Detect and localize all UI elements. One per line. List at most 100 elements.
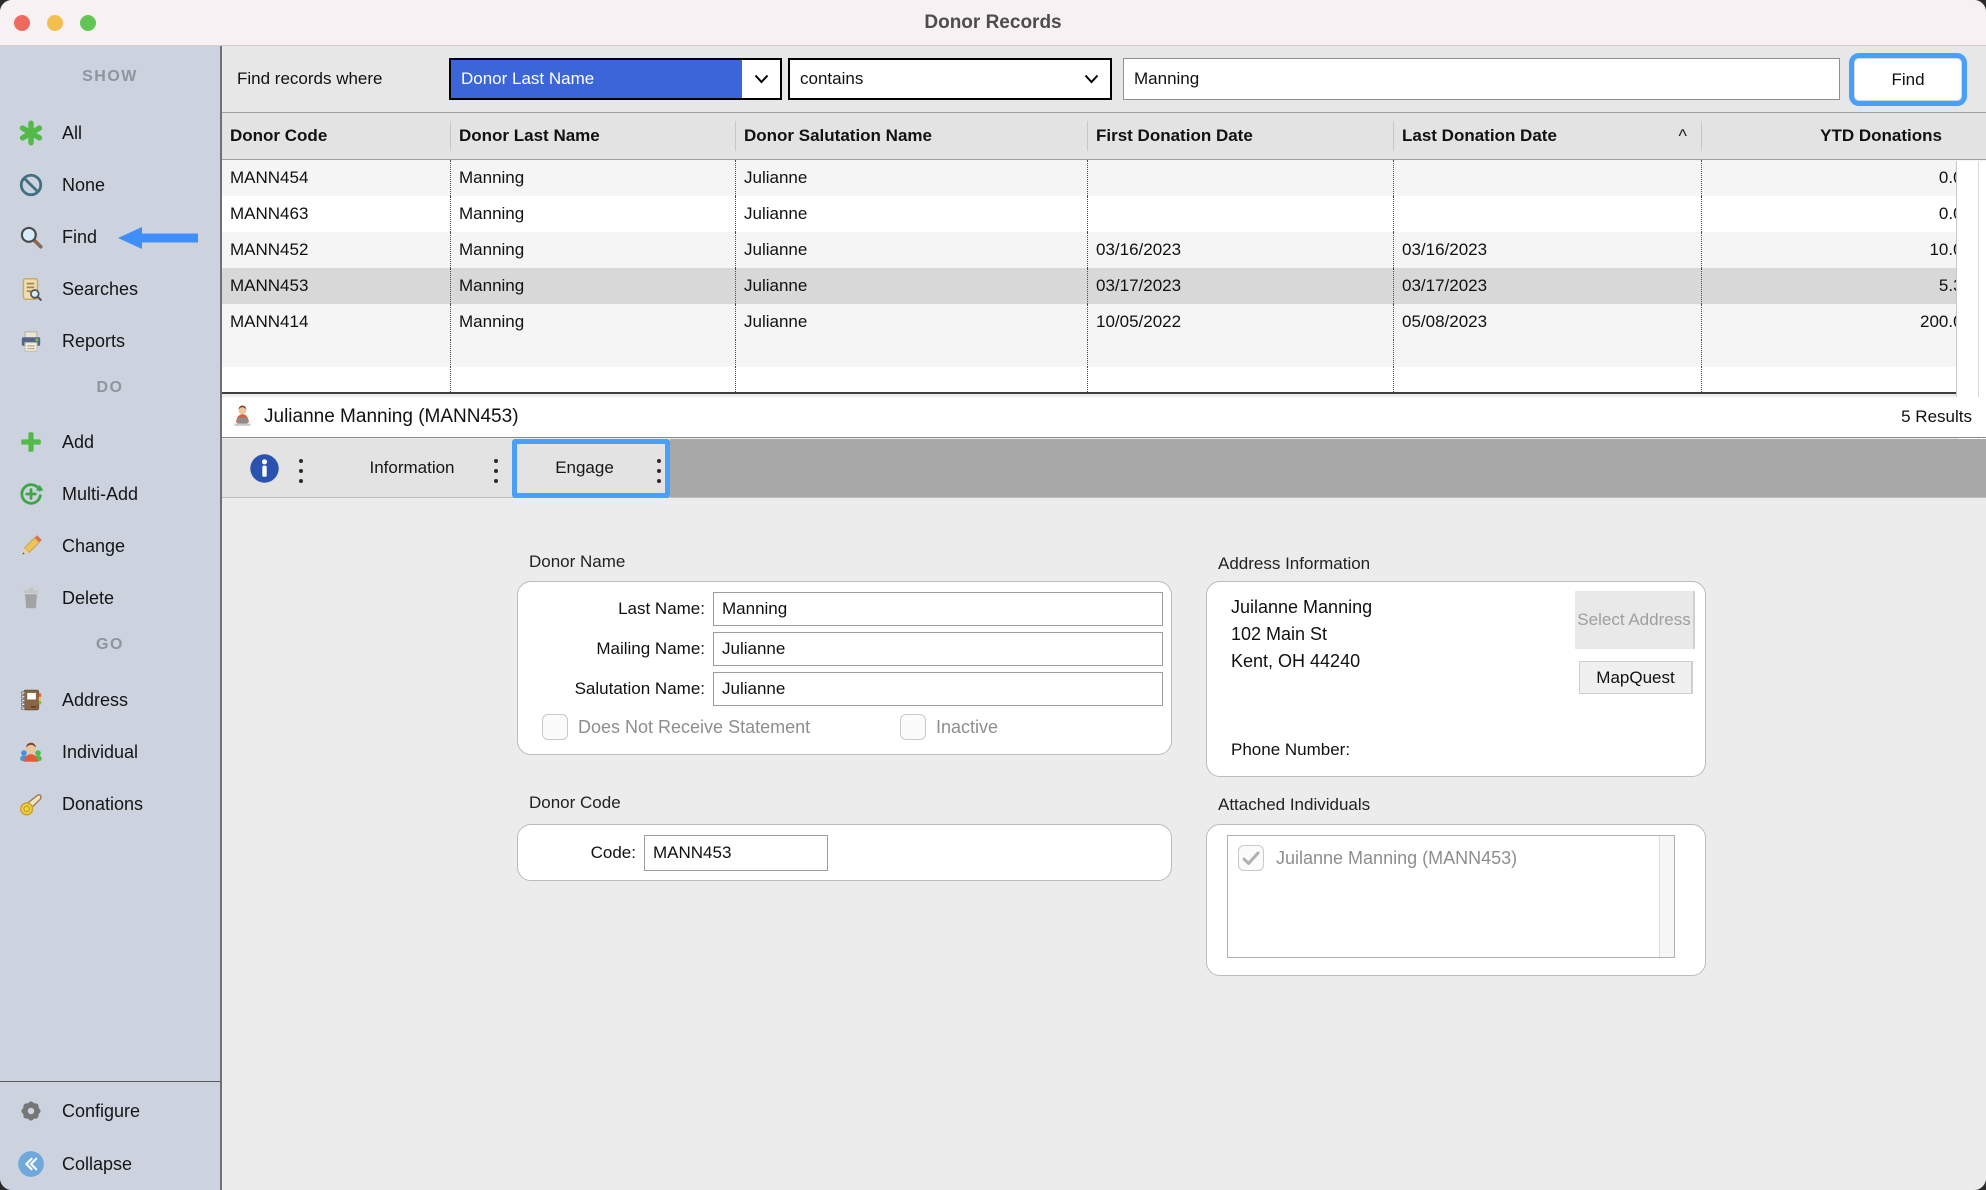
donor-code-heading: Donor Code (529, 793, 621, 813)
person-at-laptop-icon (230, 404, 256, 430)
field-select[interactable]: Donor Last Name (449, 58, 782, 100)
checked-checkbox (1238, 845, 1264, 871)
table-row[interactable]: MANN452 Manning Julianne 03/16/2023 03/1… (222, 232, 1986, 268)
mapquest-button[interactable]: MapQuest (1579, 661, 1693, 694)
donor-records-window: Donor Records SHOW All None Find (0, 0, 1986, 1190)
does-not-receive-statement-checkbox[interactable] (542, 714, 568, 740)
magnifier-icon (16, 222, 46, 252)
tab-bar: Information Engage (222, 439, 1986, 498)
sidebar-item-configure[interactable]: Configure (0, 1094, 220, 1128)
cell-first-donation-date: 10/05/2022 (1087, 304, 1393, 340)
sort-ascending-indicator: ^ (1679, 126, 1687, 147)
kebab-menu-icon[interactable] (493, 456, 499, 486)
sidebar-item-multi-add[interactable]: Multi-Add (0, 477, 220, 511)
cell-last-donation-date: 03/16/2023 (1393, 232, 1701, 268)
sidebar-item-all[interactable]: All (0, 116, 220, 150)
info-icon[interactable] (249, 453, 280, 484)
column-header-donor-salutation-name[interactable]: Donor Salutation Name (735, 121, 1087, 151)
operator-select[interactable]: contains (788, 58, 1112, 100)
attached-individual-name: Juilanne Manning (MANN453) (1276, 848, 1517, 869)
close-window-button[interactable] (14, 15, 30, 31)
donor-code-field[interactable] (644, 835, 828, 871)
sidebar: SHOW All None Find Searches (0, 46, 222, 1190)
empty-row (222, 367, 1986, 394)
circular-plus-icon (16, 479, 46, 509)
coin-hand-icon (16, 789, 46, 819)
cell-ytd-donations: 5.34 (1701, 268, 1986, 304)
sidebar-heading-show: SHOW (0, 68, 220, 86)
sidebar-item-searches[interactable]: Searches (0, 272, 220, 306)
cell-last-donation-date (1393, 196, 1701, 232)
cell-donor-salutation-name: Julianne (735, 232, 1087, 268)
donor-name-heading: Donor Name (529, 552, 625, 572)
cell-donor-last-name: Manning (450, 232, 735, 268)
select-address-button[interactable]: Select Address (1575, 591, 1695, 649)
cell-donor-salutation-name: Julianne (735, 196, 1087, 232)
last-name-field[interactable] (713, 592, 1163, 626)
gear-icon (16, 1096, 46, 1126)
collapse-chevrons-icon (16, 1149, 46, 1179)
cell-first-donation-date (1087, 160, 1393, 196)
address-line-street: 102 Main St (1231, 621, 1372, 648)
cell-donor-last-name: Manning (450, 268, 735, 304)
table-row[interactable]: MANN453 Manning Julianne 03/17/2023 03/1… (222, 268, 1986, 304)
zoom-window-button[interactable] (80, 15, 96, 31)
table-row[interactable]: MANN463 Manning Julianne 0.00 (222, 196, 1986, 232)
record-header: Julianne Manning (MANN453) 5 Results (222, 397, 1986, 438)
sidebar-item-change[interactable]: Change (0, 529, 220, 563)
column-header-last-donation-date[interactable]: Last Donation Date ^ (1393, 121, 1701, 151)
saved-searches-icon (16, 274, 46, 304)
sidebar-item-address[interactable]: Address (0, 683, 220, 717)
find-bar: Find records where Donor Last Name conta… (222, 46, 1986, 112)
sidebar-item-collapse[interactable]: Collapse (0, 1147, 220, 1181)
asterisk-icon (16, 118, 46, 148)
salutation-name-label: Salutation Name: (518, 679, 713, 699)
column-header-ytd-donations[interactable]: YTD Donations (1701, 121, 1986, 151)
column-header-donor-last-name[interactable]: Donor Last Name (450, 121, 735, 151)
sidebar-item-donations[interactable]: Donations (0, 787, 220, 821)
attached-individuals-list: Juilanne Manning (MANN453) (1227, 835, 1675, 958)
minimize-window-button[interactable] (47, 15, 63, 31)
attached-individual-item[interactable]: Juilanne Manning (MANN453) (1238, 845, 1517, 871)
address-book-icon (16, 685, 46, 715)
empty-row (222, 340, 1986, 367)
sidebar-item-delete[interactable]: Delete (0, 581, 220, 615)
tab-information[interactable]: Information (342, 439, 482, 497)
cell-ytd-donations: 200.00 (1701, 304, 1986, 340)
cell-donor-last-name: Manning (450, 196, 735, 232)
cell-first-donation-date: 03/17/2023 (1087, 268, 1393, 304)
field-select-value: Donor Last Name (451, 60, 742, 98)
search-query-input[interactable] (1123, 58, 1840, 100)
inactive-checkbox[interactable] (900, 714, 926, 740)
attached-individuals-card: Juilanne Manning (MANN453) (1206, 824, 1706, 976)
sidebar-heading-do: DO (0, 379, 220, 397)
find-annotation-arrow (118, 226, 198, 250)
table-row[interactable]: MANN414 Manning Julianne 10/05/2022 05/0… (222, 304, 1986, 340)
cell-donor-code: MANN453 (222, 268, 450, 304)
address-information-heading: Address Information (1218, 554, 1370, 574)
pencil-icon (16, 531, 46, 561)
address-card: Juilanne Manning 102 Main St Kent, OH 44… (1206, 581, 1706, 777)
column-header-donor-code[interactable]: Donor Code (222, 121, 450, 151)
titlebar: Donor Records (0, 0, 1986, 46)
sidebar-item-add[interactable]: Add (0, 425, 220, 459)
salutation-name-field[interactable] (713, 672, 1163, 706)
cell-ytd-donations: 10.00 (1701, 232, 1986, 268)
last-name-label: Last Name: (518, 599, 713, 619)
mailing-name-field[interactable] (713, 632, 1163, 666)
cell-donor-last-name: Manning (450, 160, 735, 196)
table-row[interactable]: MANN454 Manning Julianne 0.00 (222, 160, 1986, 196)
column-header-first-donation-date[interactable]: First Donation Date (1087, 121, 1393, 151)
sidebar-item-reports[interactable]: Reports (0, 324, 220, 358)
attached-list-scrollbar[interactable] (1659, 836, 1674, 957)
cell-ytd-donations: 0.00 (1701, 160, 1986, 196)
sidebar-item-none[interactable]: None (0, 168, 220, 202)
find-button[interactable]: Find (1849, 53, 1967, 106)
cell-donor-salutation-name: Julianne (735, 268, 1087, 304)
kebab-menu-icon[interactable] (298, 456, 304, 486)
cell-donor-last-name: Manning (450, 304, 735, 340)
address-line-name: Juilanne Manning (1231, 594, 1372, 621)
person-icon (16, 737, 46, 767)
phone-number-label: Phone Number: (1231, 740, 1350, 760)
sidebar-item-individual[interactable]: Individual (0, 735, 220, 769)
